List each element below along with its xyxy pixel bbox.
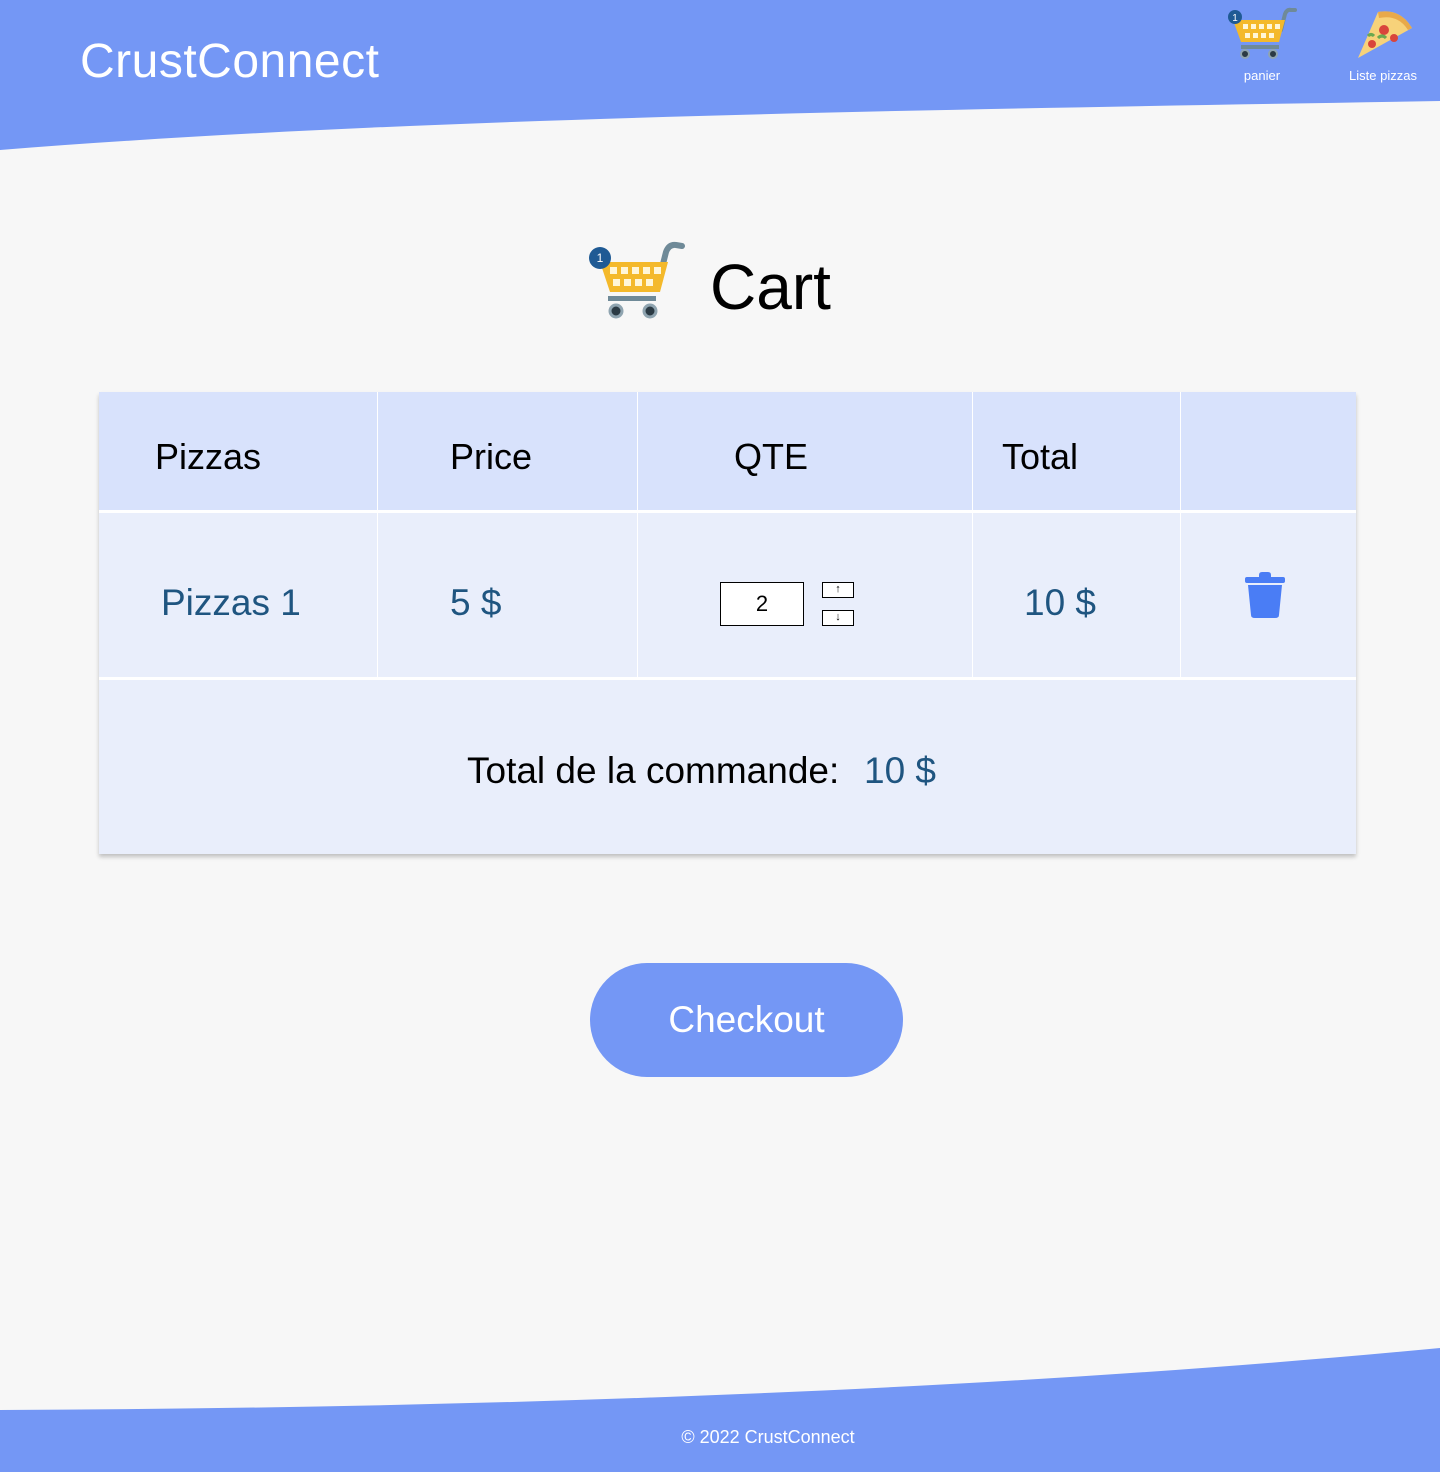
- column-header-qte: QTE: [734, 436, 809, 477]
- order-total-value: 10 $: [864, 750, 937, 791]
- shopping-cart-icon: 1: [589, 241, 685, 319]
- quantity-decrement-button[interactable]: ↓: [822, 610, 854, 626]
- pizza-slice-icon: [1358, 11, 1412, 58]
- nav-pizzas-link[interactable]: Liste pizzas: [1328, 6, 1438, 83]
- table-row: Pizzas 1 5 $ 2 ↑ ↓ 10 $: [99, 516, 1356, 680]
- footer-copyright: © 2022 CrustConnect: [681, 1427, 855, 1447]
- arrow-down-icon: ↓: [835, 611, 841, 623]
- title-cart-badge: 1: [597, 251, 604, 265]
- quantity-increment-button[interactable]: ↑: [822, 582, 854, 598]
- page-title: 1 Cart: [586, 240, 886, 330]
- nav-cart-link[interactable]: 1 panier: [1207, 6, 1317, 83]
- order-total-row: Total de la commande: 10 $: [99, 682, 1356, 854]
- footer-background: [0, 1348, 1440, 1472]
- cell-line-total: 10 $: [1024, 582, 1097, 623]
- order-total-label: Total de la commande:: [467, 750, 840, 791]
- quantity-input[interactable]: 2: [720, 582, 804, 626]
- brand-logo-text[interactable]: CrustConnect: [80, 34, 379, 89]
- cell-pizza-name: Pizzas 1: [161, 582, 301, 623]
- checkout-button[interactable]: Checkout: [590, 963, 903, 1077]
- column-header-price: Price: [450, 436, 533, 477]
- column-header-pizzas: Pizzas: [155, 436, 262, 477]
- cart-badge-count: 1: [1232, 13, 1238, 24]
- shopping-cart-icon: 1: [1228, 7, 1297, 59]
- trash-icon[interactable]: [1245, 572, 1285, 618]
- arrow-up-icon: ↑: [835, 583, 841, 595]
- cart-page: CrustConnect 1 panier Liste pizzas 1 Car…: [0, 0, 1440, 1472]
- column-header-total: Total: [1002, 436, 1079, 477]
- nav-pizzas-label: Liste pizzas: [1349, 68, 1417, 83]
- cell-price: 5 $: [450, 582, 502, 623]
- cart-table: Pizzas Price QTE Total Pizzas 1 5 $ 2 ↑ …: [99, 392, 1356, 854]
- nav-cart-label: panier: [1243, 68, 1281, 83]
- table-header-row: Pizzas Price QTE Total: [99, 392, 1356, 513]
- cart-title: Cart: [710, 251, 831, 323]
